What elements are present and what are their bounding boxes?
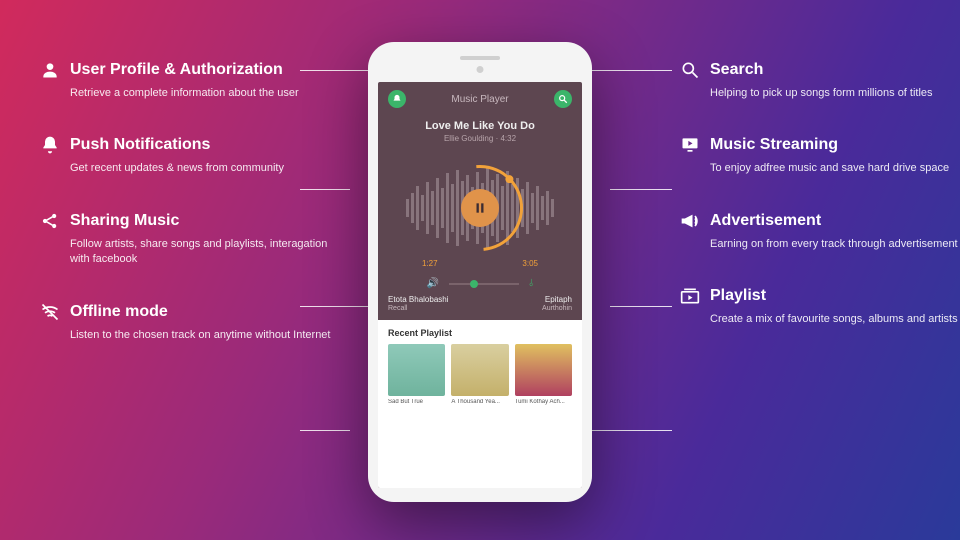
album-art [388,344,445,396]
recent-playlist-section: Recent Playlist Sad But True A Thousand … [378,320,582,488]
queue-title: Epitaph [483,295,572,304]
playlist-icon [680,286,700,306]
volume-icon[interactable]: 🔊 [427,278,439,289]
connector-line [610,306,672,307]
megaphone-icon [680,211,700,231]
playlist-card[interactable]: Tumi Kothay Ach... [515,344,572,405]
track-meta: Ellie Goulding · 4:32 [378,134,582,143]
track-title: Love Me Like You Do [378,120,582,132]
playlist-caption: A Thousand Yea... [451,399,508,405]
feature-sharing-music: Sharing Music Follow artists, share song… [40,211,340,268]
feature-desc: Listen to the chosen track on anytime wi… [70,328,340,343]
feature-desc: Create a mix of favourite songs, albums … [710,312,960,327]
feature-title: Music Streaming [710,136,838,154]
feature-user-profile: User Profile & Authorization Retrieve a … [40,60,340,101]
connector-line [300,189,350,190]
app-title: Music Player [451,94,508,105]
feature-advertisement: Advertisement Earning on from every trac… [680,211,960,252]
control-row: 🔊 ⫰ [378,278,582,289]
feature-title: Sharing Music [70,212,179,230]
feature-column-right: Search Helping to pick up songs form mil… [680,60,960,362]
playlist-card[interactable]: A Thousand Yea... [451,344,508,405]
now-playing: Love Me Like You Do Ellie Goulding · 4:3… [378,120,582,143]
user-icon [40,60,60,80]
share-icon [40,211,60,231]
bell-icon [40,135,60,155]
wifi-off-icon [40,302,60,322]
feature-title: User Profile & Authorization [70,61,283,79]
playlist-caption: Sad But True [388,399,445,405]
feature-search: Search Helping to pick up songs form mil… [680,60,960,101]
phone-mockup: Music Player Love Me Like You Do Ellie G… [368,42,592,502]
feature-title: Playlist [710,287,766,305]
queue-sub: Recall [388,305,477,312]
search-button[interactable] [554,90,572,108]
feature-offline-mode: Offline mode Listen to the chosen track … [40,302,340,343]
feature-desc: Follow artists, share songs and playlist… [70,237,340,268]
album-art [451,344,508,396]
volume-slider[interactable] [449,283,519,285]
playlist-caption: Tumi Kothay Ach... [515,399,572,405]
play-pause-button[interactable] [461,189,499,227]
recent-header: Recent Playlist [388,328,572,338]
feature-desc: To enjoy adfree music and save hard driv… [710,161,960,176]
app-screen: Music Player Love Me Like You Do Ellie G… [378,82,582,488]
search-icon [680,60,700,80]
streaming-icon [680,135,700,155]
playlist-card[interactable]: Sad But True [388,344,445,405]
feature-desc: Retrieve a complete information about th… [70,86,340,101]
feature-push-notifications: Push Notifications Get recent updates & … [40,135,340,176]
feature-desc: Helping to pick up songs form millions o… [710,86,960,101]
recent-thumbs: Sad But True A Thousand Yea... Tumi Koth… [388,344,572,405]
notifications-button[interactable] [388,90,406,108]
feature-playlist: Playlist Create a mix of favourite songs… [680,286,960,327]
share-button[interactable]: ⫰ [529,278,533,289]
connector-line [300,430,350,431]
app-topbar: Music Player [378,82,582,116]
feature-title: Search [710,61,763,79]
feature-desc: Earning on from every track through adve… [710,237,960,252]
feature-column-left: User Profile & Authorization Retrieve a … [40,60,340,377]
feature-desc: Get recent updates & news from community [70,161,340,176]
album-art [515,344,572,396]
queue-title: Etota Bhalobashi [388,295,477,304]
feature-title: Offline mode [70,303,168,321]
visualizer [378,149,582,267]
queue-sub: Aurthohin [483,305,572,312]
queue-row: Etota Bhalobashi Recall Epitaph Aurthohi… [378,289,582,312]
feature-music-streaming: Music Streaming To enjoy adfree music an… [680,135,960,176]
queue-item[interactable]: Epitaph Aurthohin [483,295,572,312]
feature-title: Push Notifications [70,136,210,154]
feature-title: Advertisement [710,212,821,230]
connector-line [610,189,672,190]
queue-item[interactable]: Etota Bhalobashi Recall [388,295,477,312]
